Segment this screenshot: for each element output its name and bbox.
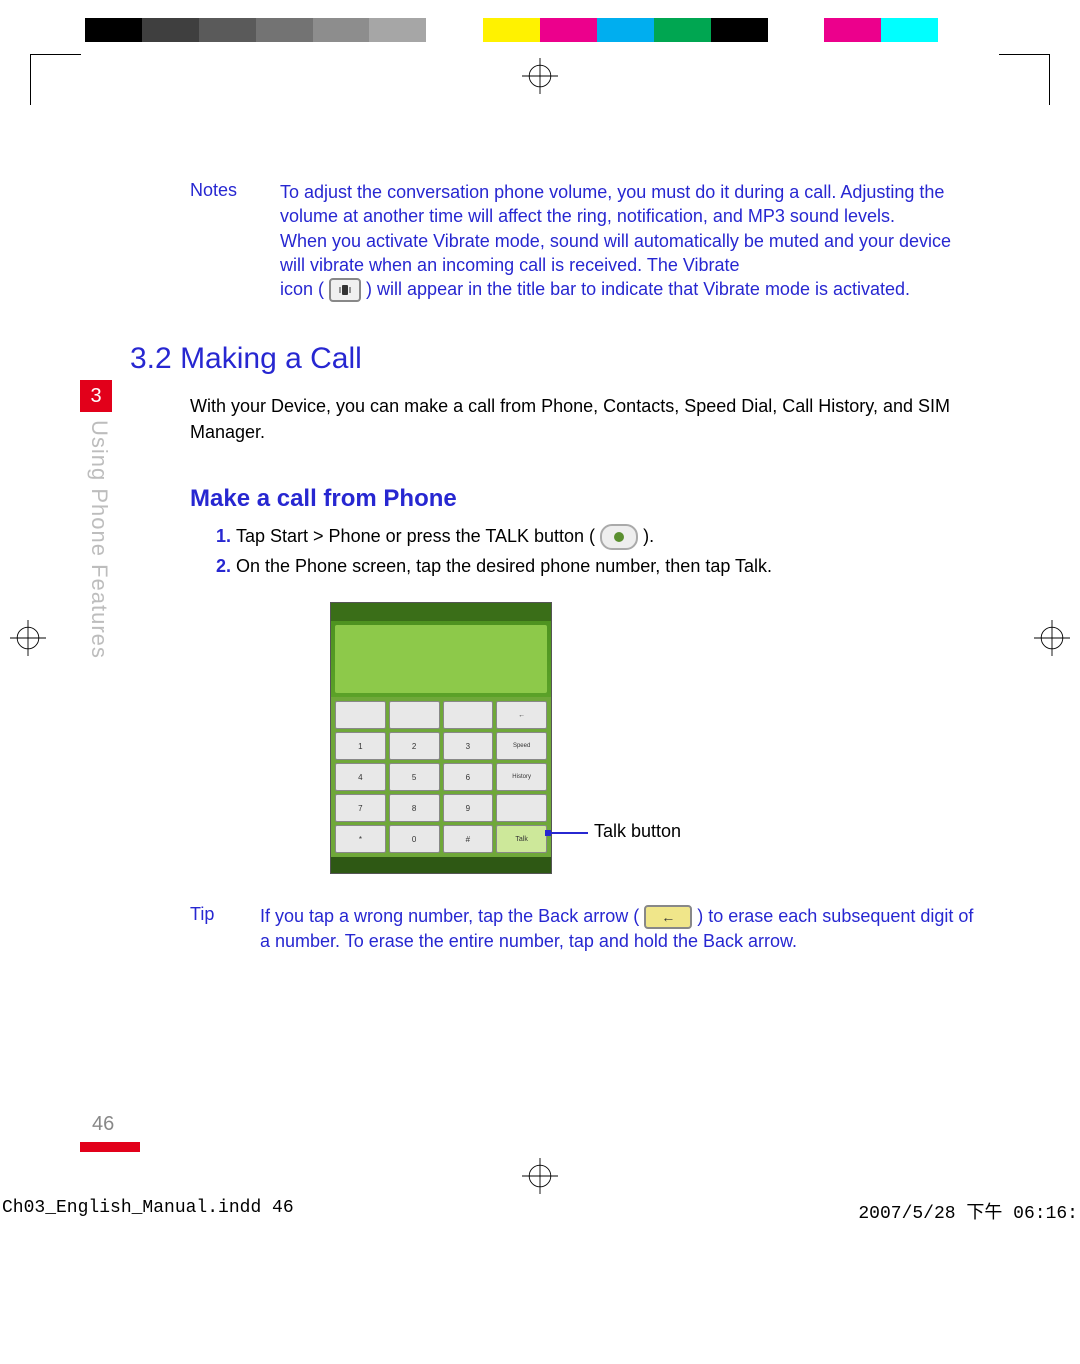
step-2: On the Phone screen, tap the desired pho… — [236, 551, 980, 582]
section-number: 3.2 — [130, 342, 172, 375]
talk-button-icon — [600, 524, 638, 550]
notes-label: Notes — [190, 180, 280, 302]
step-1: Tap Start > Phone or press the TALK butt… — [236, 521, 980, 552]
tip-pre: If you tap a wrong number, tap the Back … — [260, 906, 639, 926]
phone-screenshot: ← 123Speed 456History 789 *0#Talk — [330, 602, 552, 874]
slug-date: 2007/5/28 下午 06:16: — [858, 1198, 1078, 1224]
chapter-tab: 3 — [80, 380, 112, 412]
color-calibration-bar — [85, 18, 995, 42]
registration-mark-icon — [10, 620, 46, 656]
tip-block: Tip If you tap a wrong number, tap the B… — [190, 904, 980, 954]
notes-line2b-post: ) will appear in the title bar to indica… — [366, 279, 910, 299]
notes-text: To adjust the conversation phone volume,… — [280, 180, 980, 302]
notes-block: Notes To adjust the conversation phone v… — [190, 180, 980, 302]
section-intro: With your Device, you can make a call fr… — [190, 394, 980, 444]
page-number-accent — [80, 1142, 140, 1152]
notes-line2b-pre: icon ( — [280, 279, 324, 299]
phone-screenshot-figure: ← 123Speed 456History 789 *0#Talk Talk b… — [330, 602, 980, 874]
print-slug: Ch03_English_Manual.indd 46 2007/5/28 下午… — [0, 1198, 1080, 1224]
tip-text: If you tap a wrong number, tap the Back … — [260, 904, 980, 954]
slug-file: Ch03_English_Manual.indd 46 — [2, 1198, 294, 1224]
section-title-text: Making a Call — [180, 342, 362, 375]
page-number: 46 — [92, 1113, 114, 1136]
step-1-post: ). — [643, 526, 654, 546]
section-title: 3.2 Making a Call — [130, 342, 980, 376]
notes-line2a: When you activate Vibrate mode, sound wi… — [280, 231, 951, 275]
registration-mark-icon — [522, 58, 558, 94]
subsection-title: Make a call from Phone — [190, 485, 980, 513]
callout-label: Talk button — [594, 821, 681, 842]
registration-mark-icon — [1034, 620, 1070, 656]
crop-mark — [999, 54, 1050, 105]
registration-mark-icon — [522, 1158, 558, 1194]
step-1-pre: Tap Start > Phone or press the TALK butt… — [236, 526, 595, 546]
notes-line1: To adjust the conversation phone volume,… — [280, 182, 944, 226]
tip-label: Tip — [190, 904, 260, 954]
vibrate-icon — [329, 278, 361, 302]
step-list: Tap Start > Phone or press the TALK butt… — [190, 521, 980, 582]
page-content: 3 Using Phone Features Notes To adjust t… — [80, 180, 1000, 1144]
back-arrow-icon: ← — [644, 905, 692, 929]
callout-line — [548, 832, 588, 834]
crop-mark — [30, 54, 81, 105]
section-side-label: Using Phone Features — [86, 420, 112, 659]
